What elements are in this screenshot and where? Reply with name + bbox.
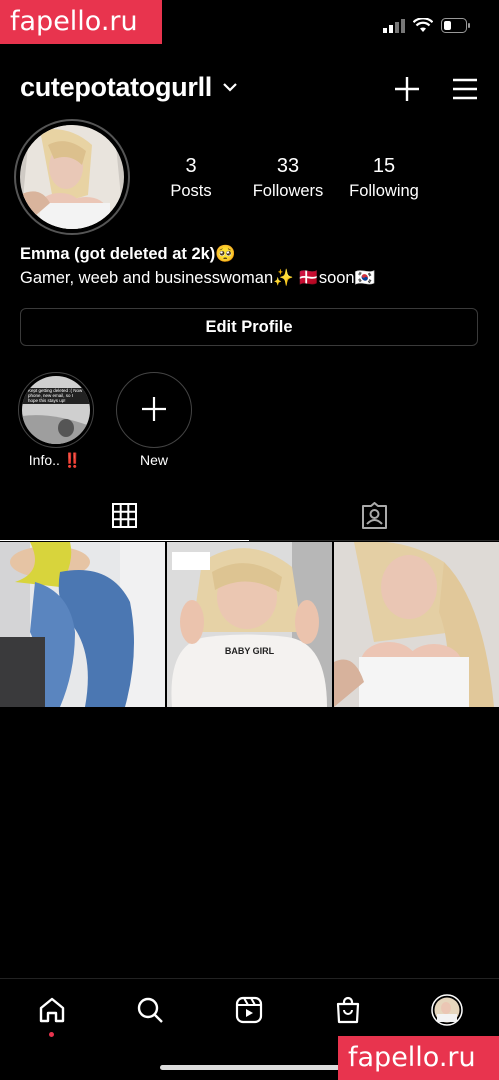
active-tab-indicator	[0, 540, 249, 541]
chevron-down-icon	[223, 83, 237, 92]
highlight-info-thumb[interactable]: Kept getting deleted :( Now phone, new e…	[22, 376, 90, 444]
posts-count: 3	[185, 155, 197, 177]
highlight-thumb-text: Kept getting deleted :( Now phone, new e…	[28, 388, 83, 403]
wifi-icon	[413, 18, 433, 32]
following-label: Following	[349, 182, 419, 200]
home-activity-dot	[49, 1032, 54, 1037]
grid-icon[interactable]	[112, 503, 137, 528]
profile-avatar[interactable]	[427, 992, 467, 1028]
signal-icon	[383, 18, 405, 33]
home-indicator	[160, 1065, 340, 1070]
stat-following[interactable]: 15 Following	[329, 155, 439, 201]
username: cutepotatogurll	[20, 72, 212, 102]
avatar[interactable]	[20, 125, 124, 229]
edit-profile-button[interactable]: Edit Profile	[20, 308, 478, 346]
tagged-icon[interactable]	[361, 502, 388, 529]
post-2[interactable]: BABY GIRL	[167, 542, 332, 707]
watermark-bottom: fapello.ru	[338, 1036, 499, 1080]
search-icon[interactable]	[130, 992, 170, 1028]
menu-icon[interactable]	[452, 78, 478, 100]
plus-icon[interactable]	[141, 396, 167, 422]
username-header[interactable]: cutepotatogurll	[20, 72, 237, 103]
stat-posts[interactable]: 3 Posts	[136, 155, 246, 201]
post-2-caption: BABY GIRL	[224, 646, 275, 656]
add-icon[interactable]	[394, 76, 420, 102]
reels-icon[interactable]	[229, 992, 269, 1028]
watermark-top: fapello.ru	[0, 0, 162, 44]
highlight-info-label: Info.. ‼️	[28, 452, 82, 468]
shop-icon[interactable]	[328, 992, 368, 1028]
tab-divider	[249, 540, 499, 541]
followers-count: 33	[276, 155, 300, 177]
bottom-nav-divider	[0, 978, 499, 979]
home-icon[interactable]	[32, 992, 72, 1028]
stat-followers[interactable]: 33 Followers	[233, 155, 343, 201]
followers-label: Followers	[252, 182, 324, 200]
highlight-new-label: New	[139, 452, 168, 468]
status-bar	[383, 18, 471, 33]
following-count: 15	[372, 155, 396, 177]
post-1[interactable]	[0, 542, 165, 707]
bio-name: Emma (got deleted at 2k)🥺	[20, 245, 236, 263]
post-3[interactable]	[334, 542, 499, 707]
bio-text: Gamer, weeb and businesswoman✨ 🇩🇰soon🇰🇷	[20, 269, 376, 287]
battery-icon	[441, 18, 470, 33]
posts-label: Posts	[170, 182, 212, 200]
